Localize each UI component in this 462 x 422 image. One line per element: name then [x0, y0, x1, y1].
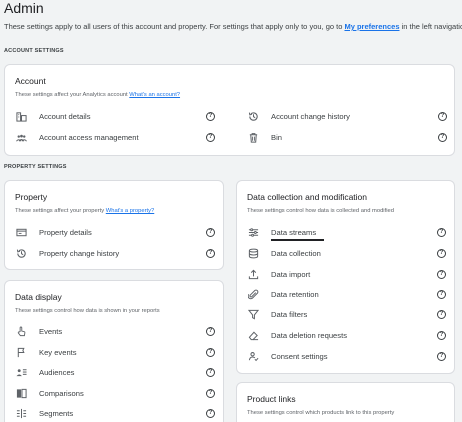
help-icon[interactable]: ?: [206, 347, 215, 357]
help-icon[interactable]: ?: [437, 248, 446, 258]
hand-pointer-icon: [15, 325, 27, 337]
property-settings-label: PROPERTY SETTINGS: [4, 164, 67, 170]
events-label: Events: [39, 326, 63, 336]
data-filters-label: Data filters: [271, 309, 308, 319]
help-icon[interactable]: ?: [206, 111, 215, 121]
segments-label: Segments: [39, 408, 74, 418]
history-icon: [15, 247, 27, 259]
data-filters-item[interactable]: Data filters ?: [247, 306, 446, 322]
consent-icon: [247, 350, 259, 362]
help-icon[interactable]: ?: [206, 326, 215, 336]
help-icon[interactable]: ?: [438, 132, 447, 142]
account-access-management-label: Account access management: [39, 132, 139, 142]
help-icon[interactable]: ?: [437, 351, 446, 361]
data-collection-card-subtitle: These settings control how data is colle…: [247, 208, 394, 214]
data-deletion-requests-item[interactable]: Data deletion requests ?: [247, 327, 446, 343]
property-card-title: Property: [15, 192, 48, 202]
data-deletion-requests-label: Data deletion requests: [271, 330, 347, 340]
help-icon[interactable]: ?: [437, 269, 446, 279]
intro-text-end: in the left navigation.: [401, 22, 462, 31]
property-card: Property These settings affect your prop…: [4, 180, 224, 270]
data-streams-label: Data streams: [271, 227, 317, 237]
property-change-history-label: Property change history: [39, 248, 120, 258]
help-icon[interactable]: ?: [206, 248, 215, 258]
consent-settings-label: Consent settings: [271, 351, 328, 361]
help-icon[interactable]: ?: [206, 388, 215, 398]
comparisons-item[interactable]: Comparisons ?: [15, 385, 215, 401]
compare-icon: [15, 387, 27, 399]
data-collection-item[interactable]: Data collection ?: [247, 245, 446, 261]
history-icon: [247, 110, 259, 122]
my-preferences-link[interactable]: My preferences: [344, 22, 399, 31]
consent-settings-item[interactable]: Consent settings ?: [247, 348, 446, 364]
data-display-card-title: Data display: [15, 292, 62, 302]
upload-icon: [247, 268, 259, 280]
comparisons-label: Comparisons: [39, 388, 84, 398]
card-icon: [15, 226, 27, 238]
account-details-item[interactable]: Account details ?: [15, 108, 215, 124]
help-icon[interactable]: ?: [437, 309, 446, 319]
data-streams-item[interactable]: Data streams ?: [247, 224, 446, 240]
bin-item[interactable]: Bin ?: [247, 129, 447, 145]
key-events-label: Key events: [39, 347, 77, 357]
data-display-card-subtitle: These settings control how data is shown…: [15, 308, 160, 314]
property-card-subtitle: These settings affect your property What…: [15, 208, 155, 214]
filter-icon: [247, 308, 259, 320]
help-icon[interactable]: ?: [437, 227, 446, 237]
product-links-card-title: Product links: [247, 394, 296, 404]
whats-an-account-link[interactable]: What's an account?: [129, 92, 180, 98]
data-retention-item[interactable]: Data retention ?: [247, 286, 446, 302]
help-icon[interactable]: ?: [206, 367, 215, 377]
account-access-management-item[interactable]: Account access management ?: [15, 129, 215, 145]
data-collection-card-title: Data collection and modification: [247, 192, 368, 202]
account-details-label: Account details: [39, 111, 91, 121]
help-icon[interactable]: ?: [437, 330, 446, 340]
data-retention-label: Data retention: [271, 289, 319, 299]
trash-icon: [247, 131, 259, 143]
events-item[interactable]: Events ?: [15, 323, 215, 339]
data-display-card: Data display These settings control how …: [4, 280, 224, 422]
account-card-subtitle: These settings affect your Analytics acc…: [15, 92, 181, 98]
account-card-title: Account: [15, 76, 46, 86]
property-details-label: Property details: [39, 227, 92, 237]
people-icon: [15, 131, 27, 143]
segments-icon: [15, 407, 27, 419]
account-details-icon: [15, 110, 27, 122]
whats-a-property-link[interactable]: What's a property?: [106, 208, 154, 214]
data-collection-card: Data collection and modification These s…: [236, 180, 455, 374]
data-collection-label: Data collection: [271, 248, 321, 258]
account-change-history-item[interactable]: Account change history ?: [247, 108, 447, 124]
help-icon[interactable]: ?: [206, 132, 215, 142]
audience-icon: [15, 366, 27, 378]
streams-icon: [247, 226, 259, 238]
active-item-underline: [271, 239, 324, 241]
account-change-history-label: Account change history: [271, 111, 350, 121]
help-icon[interactable]: ?: [206, 408, 215, 418]
product-links-card: Product links These settings control whi…: [236, 382, 455, 422]
flag-icon: [15, 346, 27, 358]
page-intro: These settings apply to all users of thi…: [4, 22, 462, 31]
help-icon[interactable]: ?: [206, 227, 215, 237]
page-title: Admin: [4, 0, 44, 16]
property-change-history-item[interactable]: Property change history ?: [15, 245, 215, 261]
property-details-item[interactable]: Property details ?: [15, 224, 215, 240]
intro-text: These settings apply to all users of thi…: [4, 22, 345, 31]
paperclip-icon: [247, 288, 259, 300]
segments-item[interactable]: Segments ?: [15, 405, 215, 421]
key-events-item[interactable]: Key events ?: [15, 344, 215, 360]
help-icon[interactable]: ?: [437, 289, 446, 299]
audiences-label: Audiences: [39, 367, 75, 377]
help-icon[interactable]: ?: [438, 111, 447, 121]
database-icon: [247, 247, 259, 259]
audiences-item[interactable]: Audiences ?: [15, 364, 215, 380]
account-settings-label: ACCOUNT SETTINGS: [4, 48, 64, 54]
data-import-label: Data import: [271, 269, 311, 279]
data-import-item[interactable]: Data import ?: [247, 266, 446, 282]
eraser-icon: [247, 329, 259, 341]
product-links-card-subtitle: These settings control which products li…: [247, 410, 395, 416]
account-card: Account These settings affect your Analy…: [4, 64, 455, 156]
bin-label: Bin: [271, 132, 282, 142]
